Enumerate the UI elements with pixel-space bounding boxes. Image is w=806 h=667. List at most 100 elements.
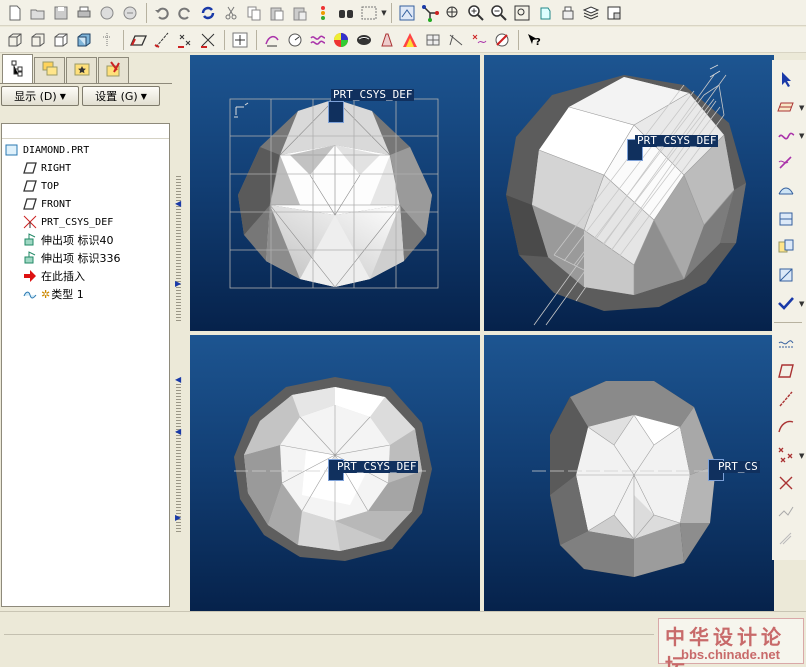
zoom-in-icon[interactable] bbox=[465, 2, 487, 24]
datum-curve-tool-icon[interactable] bbox=[774, 416, 798, 438]
open-file-icon[interactable] bbox=[27, 2, 49, 24]
curvature-icon[interactable] bbox=[261, 29, 283, 51]
layers-icon[interactable] bbox=[580, 2, 602, 24]
chevron-down-icon[interactable]: ▼ bbox=[799, 104, 804, 112]
deviation-icon[interactable] bbox=[468, 29, 490, 51]
datum-axis-tool-icon[interactable] bbox=[774, 388, 798, 410]
chevron-down-icon[interactable]: ▼ bbox=[381, 2, 387, 24]
viewport-bottom-right[interactable]: PRT_CS bbox=[484, 335, 774, 611]
save-icon[interactable] bbox=[50, 2, 72, 24]
panel-splitter[interactable]: ◀ ▶ ◀ ◀ ▶ bbox=[172, 54, 186, 607]
analysis-tool-icon[interactable] bbox=[774, 500, 798, 522]
view-manager-icon[interactable] bbox=[603, 2, 625, 24]
reflection-icon[interactable] bbox=[353, 29, 375, 51]
tab-history[interactable] bbox=[98, 57, 129, 83]
tree-item-extrude-336[interactable]: 伸出项 标识336 bbox=[23, 249, 121, 267]
tree-item-right[interactable]: RIGHT bbox=[23, 159, 71, 177]
done-check-icon[interactable] bbox=[774, 292, 798, 314]
chevron-down-icon[interactable]: ▼ bbox=[799, 300, 804, 308]
tab-model-tree[interactable] bbox=[2, 54, 33, 83]
viewport-top-left[interactable]: PRT_CSYS_DEF bbox=[190, 55, 480, 331]
diamond-model-isometric[interactable] bbox=[484, 55, 774, 331]
orient-mode-icon[interactable] bbox=[442, 2, 464, 24]
merge-icon[interactable] bbox=[774, 236, 798, 258]
wireframe-icon[interactable] bbox=[4, 29, 26, 51]
datum-plane-tool-icon[interactable] bbox=[774, 360, 798, 382]
quilt-analysis-icon[interactable] bbox=[422, 29, 444, 51]
print-icon[interactable] bbox=[73, 2, 95, 24]
paste-icon[interactable] bbox=[266, 2, 288, 24]
section-analysis-icon[interactable] bbox=[284, 29, 306, 51]
trim-icon[interactable] bbox=[774, 264, 798, 286]
context-help-icon[interactable]: ? bbox=[523, 29, 545, 51]
regenerate-icon[interactable] bbox=[197, 2, 219, 24]
curve-icon[interactable] bbox=[774, 124, 798, 146]
datum-plane-display-icon[interactable] bbox=[128, 29, 150, 51]
tree-item-front[interactable]: FRONT bbox=[23, 195, 71, 213]
collapse-arrow-icon[interactable]: ◀ bbox=[175, 376, 183, 384]
redo-icon[interactable] bbox=[174, 2, 196, 24]
datum-display-icon[interactable] bbox=[96, 29, 118, 51]
datum-point-display-icon[interactable] bbox=[174, 29, 196, 51]
draft-analysis-icon[interactable] bbox=[376, 29, 398, 51]
chevron-down-icon[interactable]: ▼ bbox=[799, 132, 804, 140]
csys-display-icon[interactable] bbox=[197, 29, 219, 51]
tree-item-csys[interactable]: PRT_CSYS_DEF bbox=[23, 213, 113, 231]
boundary-blend-icon[interactable] bbox=[774, 180, 798, 202]
delete-analysis-icon[interactable] bbox=[491, 29, 513, 51]
find-icon[interactable] bbox=[335, 2, 357, 24]
tab-favorites[interactable] bbox=[66, 57, 97, 83]
viewport-bottom-left[interactable]: PRT_CSYS_DEF bbox=[190, 335, 480, 611]
saved-views-icon[interactable] bbox=[557, 2, 579, 24]
settings-button-label: 设置 (G) bbox=[95, 90, 138, 103]
annotation-icon[interactable] bbox=[229, 29, 251, 51]
datum-plane-icon bbox=[23, 197, 37, 211]
expand-arrow-icon[interactable]: ▶ bbox=[175, 514, 183, 522]
redraw-icon[interactable] bbox=[396, 2, 418, 24]
reorient-icon[interactable] bbox=[534, 2, 556, 24]
sketch-tool-icon[interactable] bbox=[774, 332, 798, 354]
shaded-curvature-icon[interactable] bbox=[330, 29, 352, 51]
collapse-arrow-icon[interactable]: ◀ bbox=[175, 200, 183, 208]
send-mail-icon[interactable] bbox=[96, 2, 118, 24]
hidden-line-icon[interactable] bbox=[27, 29, 49, 51]
zoom-out-icon[interactable] bbox=[488, 2, 510, 24]
datum-point-tool-icon[interactable] bbox=[774, 444, 798, 466]
datum-axis-display-icon[interactable] bbox=[151, 29, 173, 51]
tree-item-extrude-40[interactable]: 伸出项 标识40 bbox=[23, 231, 114, 249]
sketch-plane-icon[interactable] bbox=[774, 96, 798, 118]
new-file-icon[interactable] bbox=[4, 2, 26, 24]
cut-icon[interactable] bbox=[220, 2, 242, 24]
slope-analysis-icon[interactable] bbox=[399, 29, 421, 51]
favorites-icon bbox=[73, 60, 91, 81]
send-link-icon[interactable] bbox=[119, 2, 141, 24]
select-box-icon[interactable] bbox=[358, 2, 380, 24]
diamond-model-right[interactable] bbox=[484, 335, 774, 611]
tree-item-insert-here[interactable]: 在此插入 bbox=[23, 267, 85, 285]
collapse-arrow-icon[interactable]: ◀ bbox=[175, 428, 183, 436]
offset-analysis-icon[interactable] bbox=[307, 29, 329, 51]
viewport-top-right[interactable]: PRT_CSYS_DEF bbox=[484, 55, 774, 331]
no-hidden-icon[interactable] bbox=[50, 29, 72, 51]
quilt-icon[interactable] bbox=[774, 208, 798, 230]
tab-layer-tree[interactable] bbox=[34, 57, 65, 83]
model-player-icon[interactable] bbox=[312, 2, 334, 24]
tree-item-top[interactable]: TOP bbox=[23, 177, 59, 195]
tree-item-pattern[interactable]: ✲ 类型 1 bbox=[23, 285, 84, 303]
dihedral-icon[interactable] bbox=[445, 29, 467, 51]
spin-center-icon[interactable] bbox=[419, 2, 441, 24]
csys-tool-icon[interactable] bbox=[774, 472, 798, 494]
paste-special-icon[interactable] bbox=[289, 2, 311, 24]
copy-icon[interactable] bbox=[243, 2, 265, 24]
undo-icon[interactable] bbox=[151, 2, 173, 24]
tree-item-root[interactable]: DIAMOND.PRT bbox=[5, 141, 89, 159]
refit-icon[interactable] bbox=[511, 2, 533, 24]
expand-arrow-icon[interactable]: ▶ bbox=[175, 280, 183, 288]
surface-icon[interactable] bbox=[774, 152, 798, 174]
chevron-down-icon[interactable]: ▼ bbox=[799, 452, 804, 460]
settings-menu-button[interactable]: 设置 (G) ▼ bbox=[82, 86, 160, 106]
tree-item-label: 类型 1 bbox=[51, 288, 84, 301]
shading-icon[interactable] bbox=[73, 29, 95, 51]
show-menu-button[interactable]: 显示 (D) ▼ bbox=[1, 86, 79, 106]
select-arrow-icon[interactable] bbox=[774, 68, 798, 90]
